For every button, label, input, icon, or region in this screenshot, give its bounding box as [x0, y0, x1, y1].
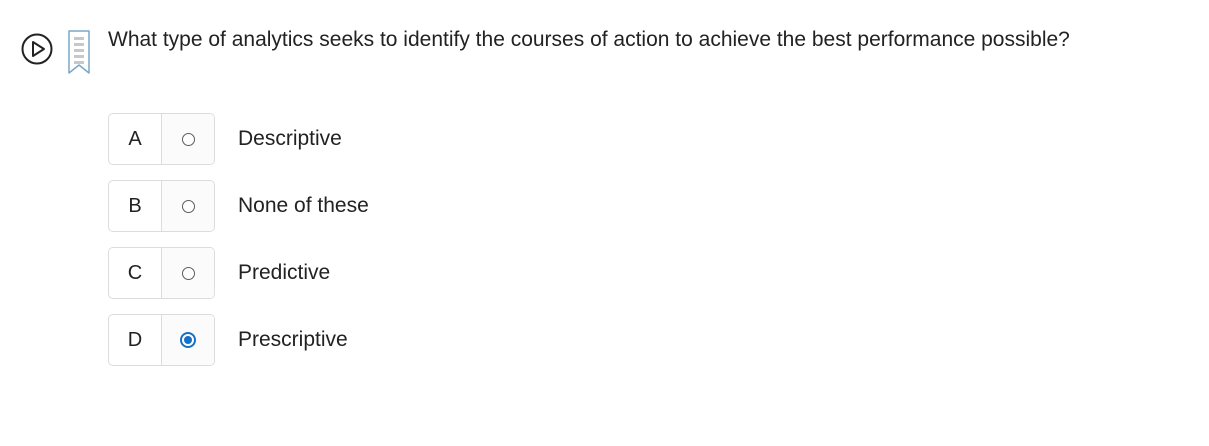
option-d-radio[interactable]: [180, 332, 196, 348]
option-b-radio[interactable]: [181, 199, 195, 213]
option-a-box: A: [108, 113, 215, 165]
question-text: What type of analytics seeks to identify…: [108, 28, 1070, 51]
option-c[interactable]: C Predictive: [108, 247, 369, 299]
answer-options: A Descriptive B None of these C Predicti…: [108, 113, 369, 381]
option-d-box: D: [108, 314, 215, 366]
option-c-radio-cell: [162, 248, 214, 298]
option-c-box: C: [108, 247, 215, 299]
option-b-box: B: [108, 180, 215, 232]
option-c-radio[interactable]: [181, 266, 195, 280]
option-b-label: None of these: [238, 194, 369, 217]
option-b[interactable]: B None of these: [108, 180, 369, 232]
option-d-radio-cell: [162, 315, 214, 365]
bookmark-button[interactable]: [66, 29, 92, 75]
play-audio-button[interactable]: [21, 33, 53, 65]
option-a-label: Descriptive: [238, 127, 342, 150]
option-a[interactable]: A Descriptive: [108, 113, 369, 165]
option-a-radio[interactable]: [181, 132, 195, 146]
option-a-letter: A: [109, 114, 162, 164]
quiz-page: What type of analytics seeks to identify…: [0, 0, 1209, 446]
option-a-radio-cell: [162, 114, 214, 164]
option-c-letter: C: [109, 248, 162, 298]
play-circle-icon: [21, 33, 53, 65]
option-c-label: Predictive: [238, 261, 331, 284]
bookmark-icon: [68, 30, 90, 74]
option-b-radio-cell: [162, 181, 214, 231]
option-d-letter: D: [109, 315, 162, 365]
option-d[interactable]: D Prescriptive: [108, 314, 369, 366]
option-d-label: Prescriptive: [238, 328, 348, 351]
option-b-letter: B: [109, 181, 162, 231]
